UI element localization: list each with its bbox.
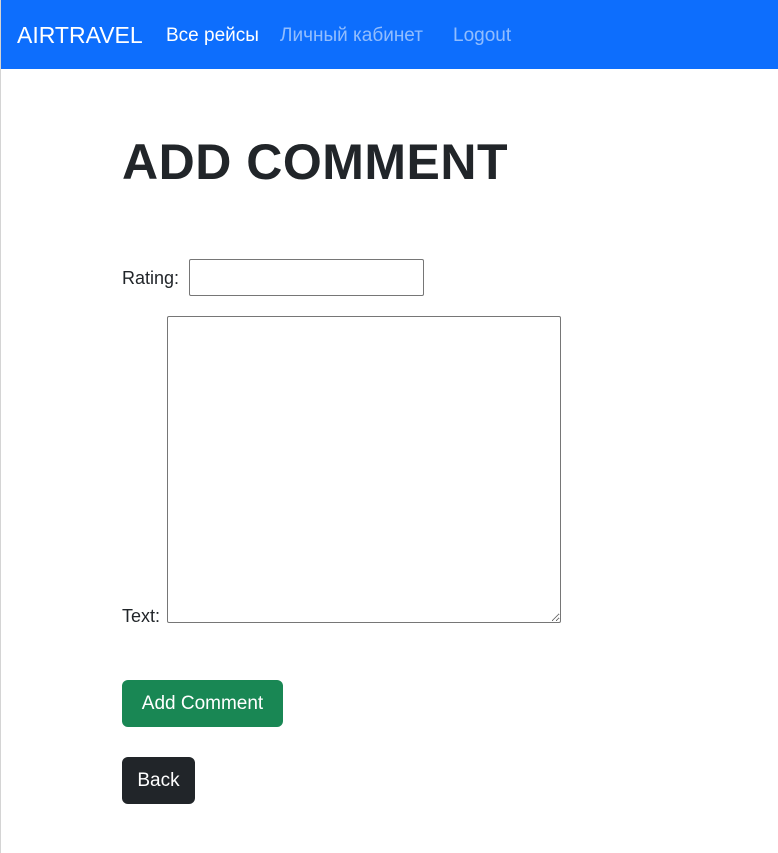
comment-text-area[interactable] (167, 316, 561, 623)
back-button[interactable]: Back (122, 757, 195, 804)
rating-label: Rating: (122, 268, 180, 288)
page-title: ADD COMMENT (122, 134, 509, 190)
nav-link-personal-cabinet[interactable]: Личный кабинет (280, 24, 423, 48)
brand-link[interactable]: AIRTRAVEL (17, 21, 143, 49)
nav-link-all-flights[interactable]: Все рейсы (166, 24, 259, 48)
nav-link-logout[interactable]: Logout (453, 24, 511, 48)
add-comment-button[interactable]: Add Comment (122, 680, 283, 727)
page: AIRTRAVEL Все рейсы Личный кабинет Logou… (0, 0, 778, 853)
rating-input[interactable] (189, 259, 424, 296)
text-label: Text: (122, 606, 161, 626)
navbar: AIRTRAVEL Все рейсы Личный кабинет Logou… (1, 0, 778, 69)
